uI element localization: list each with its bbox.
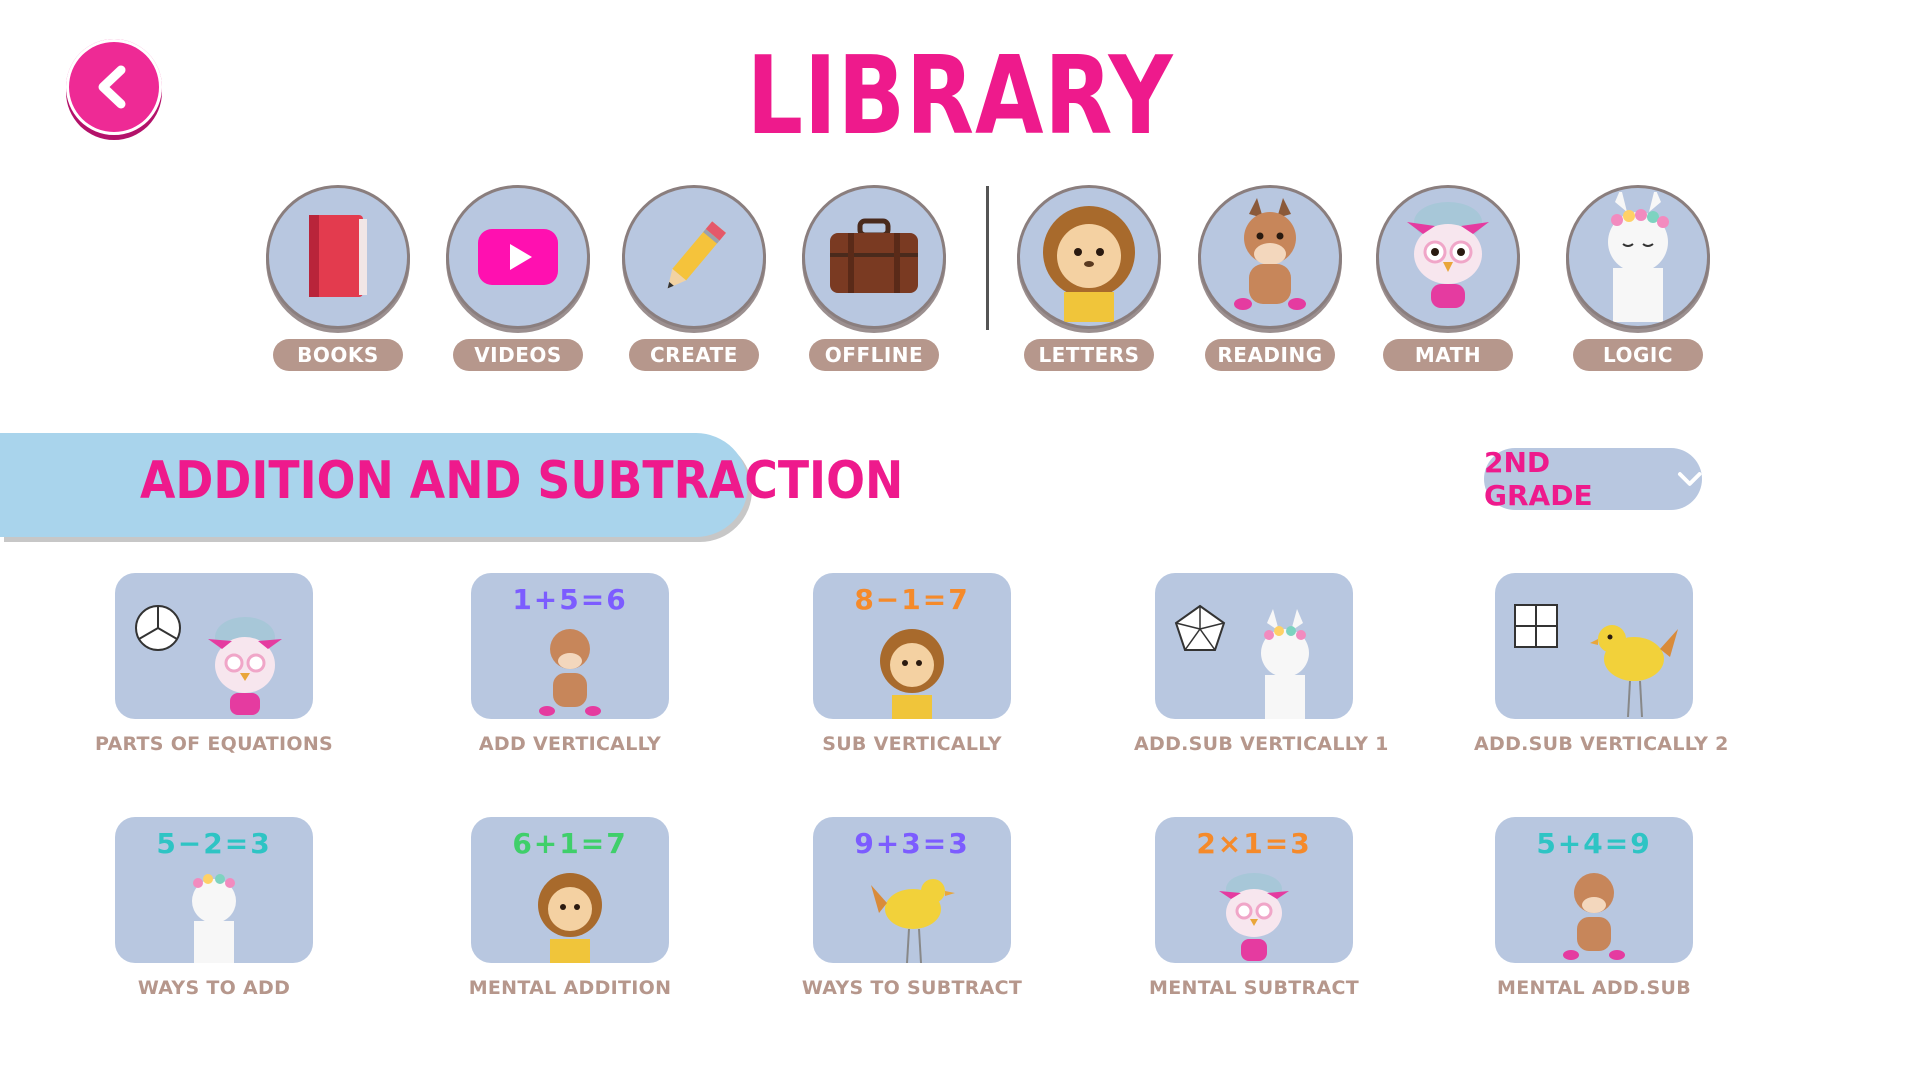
owl-icon [1219, 873, 1289, 961]
lesson-tile-mental-subtract[interactable]: 2×1=3 MENTAL SUBTRACT [1134, 817, 1374, 999]
lesson-thumbnail: 1+5=6 [471, 573, 669, 719]
section-banner: ADDITION AND SUBTRACTION [0, 433, 903, 537]
lesson-thumbnail: 9+3=3 [813, 817, 1011, 963]
pentagon-icon [1174, 604, 1226, 651]
chevron-left-icon [98, 65, 126, 109]
lesson-tile-mental-addition[interactable]: 6+1=7 MENTAL ADDITION [450, 817, 690, 999]
page-title: LIBRARY [746, 34, 1174, 159]
lesson-tile-mental-add-sub[interactable]: 5+4=9 MENTAL ADD.SUB [1474, 817, 1714, 999]
horse-icon [539, 629, 601, 716]
category-label: OFFLINE [809, 339, 939, 371]
pencil-icon [622, 185, 766, 329]
category-label: LETTERS [1024, 339, 1154, 371]
category-label: MATH [1383, 339, 1513, 371]
lesson-label: WAYS TO SUBTRACT [801, 977, 1023, 999]
lesson-thumbnail: 2×1=3 [1155, 817, 1353, 963]
category-label: BOOKS [273, 339, 403, 371]
category-reading[interactable]: READING [1198, 185, 1342, 371]
category-offline[interactable]: OFFLINE [802, 185, 946, 371]
circle-thirds-icon [135, 605, 181, 651]
lion-icon [538, 873, 602, 963]
lesson-label: PARTS OF EQUATIONS [94, 733, 334, 755]
lesson-thumbnail: 5+4=9 [1495, 817, 1693, 963]
equation-text: 6+1=7 [512, 827, 628, 860]
lesson-label: ADD VERTICALLY [478, 733, 662, 755]
lesson-tile-ways-to-subtract[interactable]: 9+3=3 WAYS TO SUBTRACT [792, 817, 1032, 999]
llama-icon [192, 874, 236, 963]
lesson-label: SUB VERTICALLY [822, 733, 1002, 755]
horse-icon [1563, 873, 1625, 960]
category-videos[interactable]: VIDEOS [446, 185, 590, 371]
category-math[interactable]: MATH [1376, 185, 1520, 371]
lesson-label: MENTAL SUBTRACT [1149, 977, 1359, 999]
horse-icon [1198, 185, 1342, 329]
bird-icon [871, 879, 955, 963]
category-letters[interactable]: LETTERS [1017, 185, 1161, 371]
lesson-tile-parts-of-equations[interactable]: PARTS OF EQUATIONS [94, 573, 334, 755]
category-label: CREATE [629, 339, 759, 371]
bird-icon [1590, 625, 1678, 718]
lesson-tile-add-vertically[interactable]: 1+5=6 ADD VERTICALLY [450, 573, 690, 755]
lesson-thumbnail [1155, 573, 1353, 719]
lesson-tile-sub-vertically[interactable]: 8−1=7 SUB VERTICALLY [792, 573, 1032, 755]
suitcase-icon [802, 185, 946, 329]
lesson-thumbnail: 8−1=7 [813, 573, 1011, 719]
category-label: READING [1205, 339, 1335, 371]
equation-text: 1+5=6 [512, 583, 628, 616]
chevron-down-icon [1677, 472, 1702, 486]
video-play-icon [446, 185, 590, 329]
grade-dropdown[interactable]: 2ND GRADE [1484, 446, 1702, 512]
lesson-tile-add-sub-vertically-1[interactable]: ADD.SUB VERTICALLY 1 [1134, 573, 1389, 755]
owl-icon [1376, 185, 1520, 329]
lesson-label: MENTAL ADDITION [468, 977, 672, 999]
category-label: LOGIC [1573, 339, 1703, 371]
lesson-label: ADD.SUB VERTICALLY 1 [1134, 733, 1389, 755]
equation-text: 9+3=3 [854, 827, 970, 860]
llama-icon [1566, 185, 1710, 329]
category-logic[interactable]: LOGIC [1566, 185, 1710, 371]
category-divider [986, 186, 989, 330]
lesson-label: ADD.SUB VERTICALLY 2 [1474, 733, 1729, 755]
section-title: ADDITION AND SUBTRACTION [140, 451, 904, 511]
equation-text: 8−1=7 [854, 583, 970, 616]
lesson-thumbnail [115, 573, 313, 719]
owl-icon [208, 617, 282, 715]
lion-icon [1017, 185, 1161, 329]
category-label: VIDEOS [453, 339, 583, 371]
square-quarters-icon [1514, 604, 1558, 648]
lesson-label: MENTAL ADD.SUB [1497, 977, 1691, 999]
lesson-tile-add-sub-vertically-2[interactable]: ADD.SUB VERTICALLY 2 [1474, 573, 1729, 755]
equation-text: 5+4=9 [1536, 827, 1652, 860]
grade-selected: 2ND GRADE [1484, 446, 1593, 512]
category-create[interactable]: CREATE [622, 185, 766, 371]
lesson-thumbnail: 6+1=7 [471, 817, 669, 963]
lesson-thumbnail [1495, 573, 1693, 719]
llama-icon [1261, 609, 1309, 719]
equation-text: 5−2=3 [156, 827, 272, 860]
book-icon [266, 185, 410, 329]
lesson-label: WAYS TO ADD [137, 977, 291, 999]
lesson-thumbnail: 5−2=3 [115, 817, 313, 963]
lesson-tile-ways-to-add[interactable]: 5−2=3 WAYS TO ADD [94, 817, 334, 999]
back-button[interactable] [66, 39, 162, 135]
category-books[interactable]: BOOKS [266, 185, 410, 371]
lion-icon [880, 629, 944, 719]
equation-text: 2×1=3 [1196, 827, 1312, 860]
